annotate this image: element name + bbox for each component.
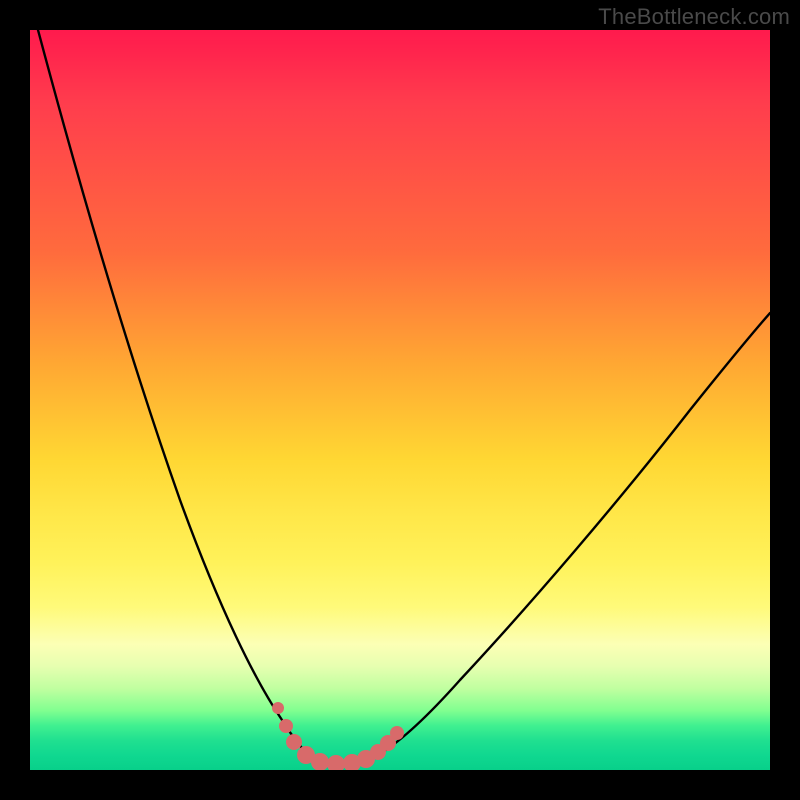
plot-area <box>30 30 770 770</box>
optimum-markers <box>272 702 404 770</box>
watermark-text: TheBottleneck.com <box>598 4 790 30</box>
chart-frame: TheBottleneck.com <box>0 0 800 800</box>
bottleneck-curve <box>38 30 770 764</box>
curve-layer <box>30 30 770 770</box>
